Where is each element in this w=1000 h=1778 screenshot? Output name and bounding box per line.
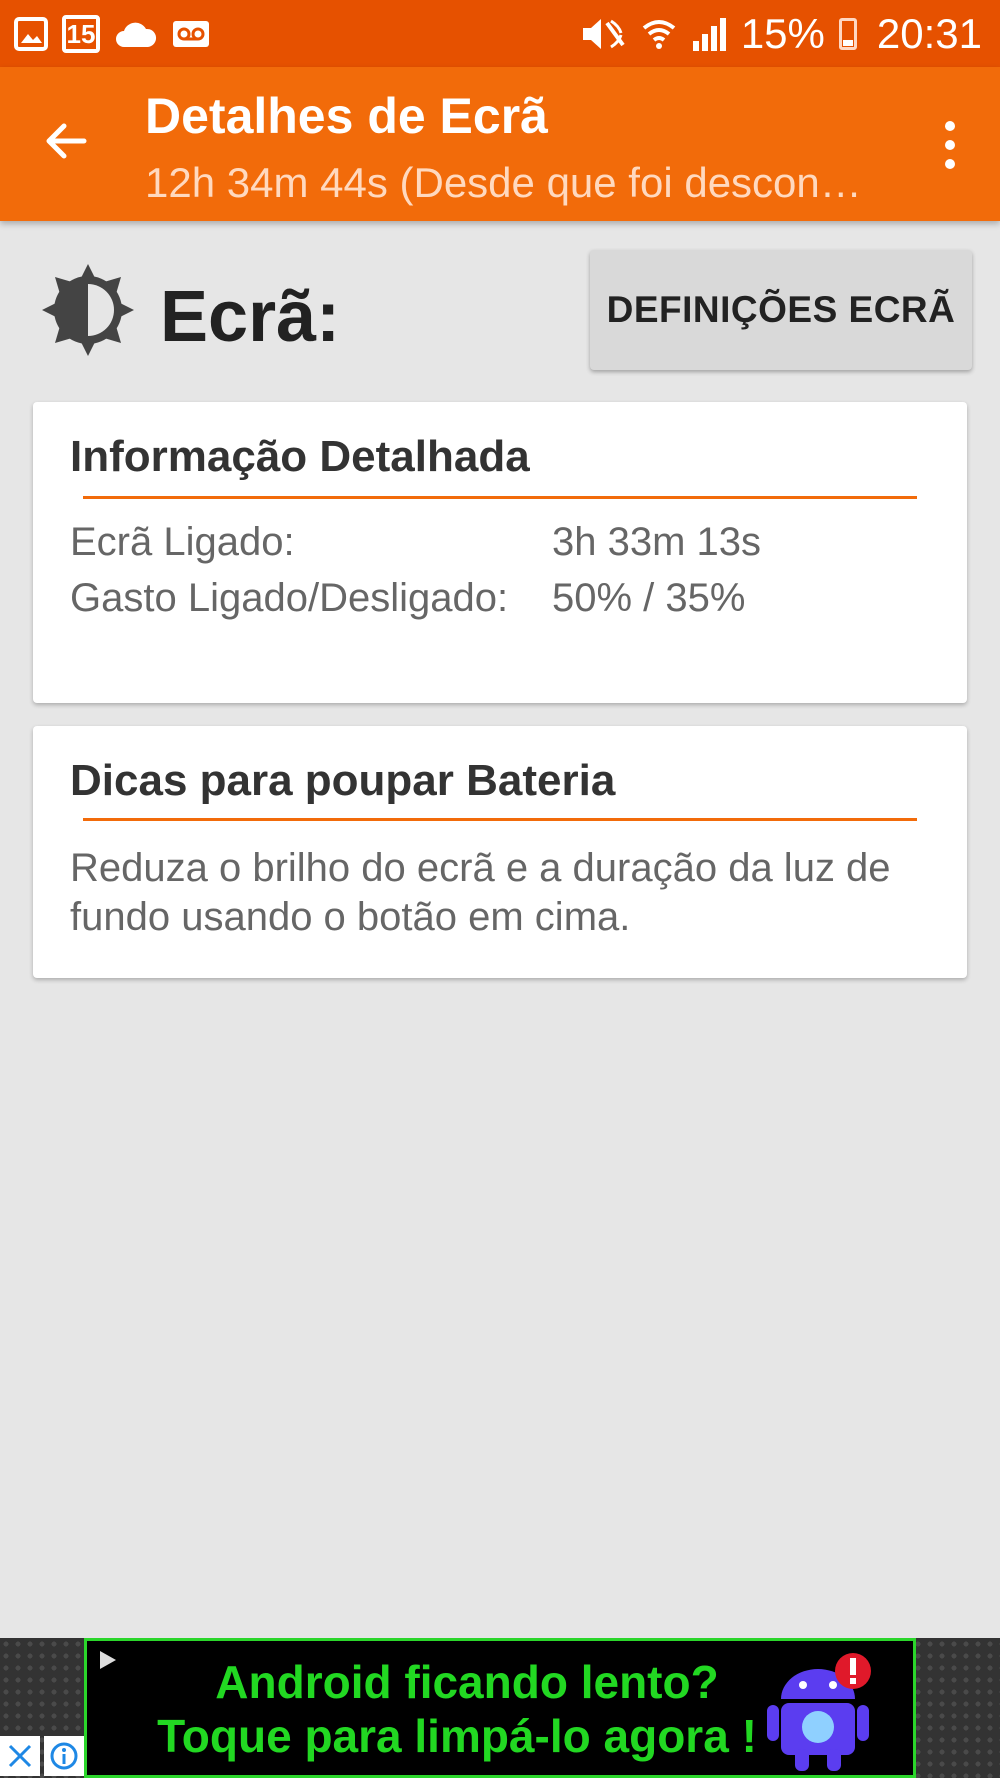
card-title: Informação Detalhada — [70, 432, 530, 481]
info-value: 50% / 35% — [552, 576, 746, 620]
back-button[interactable] — [36, 111, 96, 171]
ad-banner[interactable]: Android ficando lento? Toque para limpá-… — [84, 1638, 916, 1778]
info-value: 3h 33m 13s — [552, 520, 762, 564]
calendar-icon: 15 — [62, 14, 100, 53]
battery-percent: 15% — [740, 9, 825, 57]
signal-icon — [691, 17, 727, 51]
ad-info-button[interactable] — [44, 1736, 84, 1776]
more-vert-icon — [945, 121, 955, 131]
status-left-icons: 15 — [14, 14, 210, 53]
status-bar: 15 15% 20:31 — [0, 0, 1000, 67]
android-robot-icon — [767, 1653, 871, 1771]
info-row: Ecrã Ligado: 3h 33m 13s — [70, 520, 761, 565]
divider — [83, 818, 917, 821]
divider — [83, 496, 917, 499]
wifi-icon — [641, 16, 677, 52]
tip-text: Reduza o brilho do ecrã e a duração da l… — [70, 846, 891, 939]
page-subtitle: 12h 34m 44s (Desde que foi desconectado) — [145, 159, 865, 206]
tips-card: Dicas para poupar Bateria Reduza o brilh… — [33, 726, 967, 978]
info-label: Ecrã Ligado: — [70, 520, 295, 564]
screen-settings-button[interactable]: DEFINIÇÕES ECRÃ — [590, 250, 972, 370]
arrow-left-icon — [46, 123, 87, 159]
overflow-menu-button[interactable] — [930, 115, 970, 175]
battery-icon — [838, 17, 857, 50]
voicemail-icon — [172, 20, 210, 48]
card-title: Dicas para poupar Bateria — [70, 756, 616, 805]
detail-card: Informação Detalhada Ecrã Ligado: 3h 33m… — [33, 402, 967, 703]
google-play-icon — [100, 1651, 116, 1669]
info-label: Gasto Ligado/Desligado: — [70, 576, 509, 620]
ad-close-button[interactable] — [0, 1736, 40, 1776]
gallery-icon — [14, 16, 48, 51]
app-bar: Detalhes de Ecrã 12h 34m 44s (Desde que … — [0, 67, 1000, 221]
section-label: Ecrã: — [160, 277, 341, 357]
clock: 20:31 — [876, 9, 982, 57]
close-icon — [8, 1744, 32, 1768]
brightness-icon — [42, 264, 134, 356]
ad-headline: Android ficando lento? — [215, 1656, 719, 1708]
cloud-icon — [114, 19, 158, 49]
page-title: Detalhes de Ecrã — [145, 88, 548, 144]
info-row: Gasto Ligado/Desligado: 50% / 35% — [70, 576, 745, 621]
mute-icon — [577, 15, 627, 53]
screen-section-header: Ecrã: DEFINIÇÕES ECRÃ — [0, 240, 1000, 380]
ad-bar: Android ficando lento? Toque para limpá-… — [0, 1638, 1000, 1778]
ad-subline: Toque para limpá-lo agora ! — [157, 1710, 757, 1762]
info-icon — [50, 1742, 78, 1770]
status-right-icons: 15% 20:31 — [577, 9, 982, 57]
